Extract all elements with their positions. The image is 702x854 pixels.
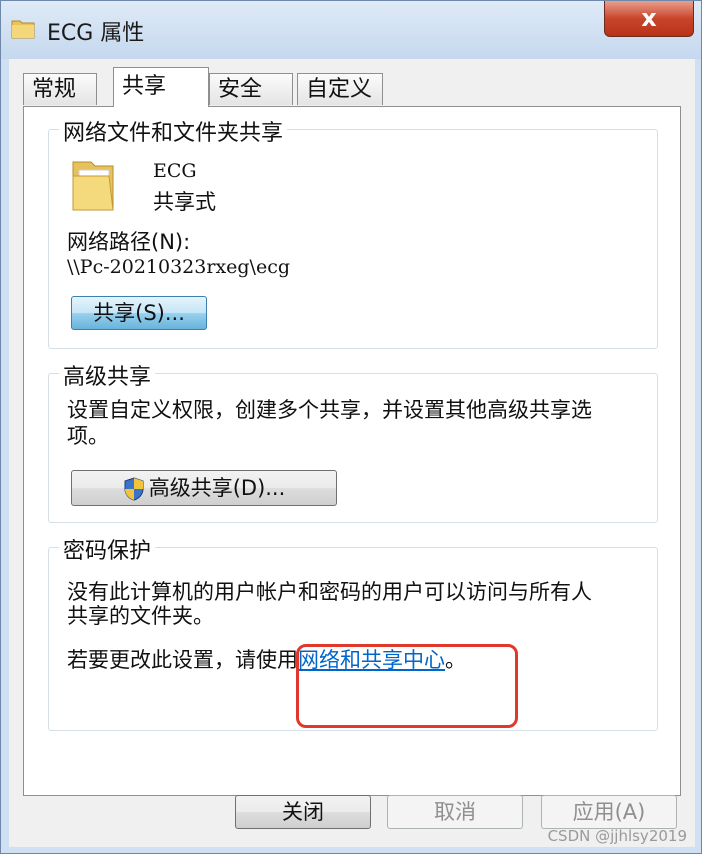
properties-window: ECG 属性 x 常规 共享 安全 自定义 网络文件和文件夹共享 ECG 共享式 [0,0,702,854]
network-path-label: 网络路径(N): [67,230,191,254]
share-button[interactable]: 共享(S)... [71,296,207,330]
advanced-sharing-title: 高级共享 [59,359,156,391]
tab-security[interactable]: 安全 [209,73,293,105]
tab-general[interactable]: 常规 [23,73,97,105]
advanced-sharing-button-label: 高级共享(D)... [148,476,286,500]
dialog-client: 常规 共享 安全 自定义 网络文件和文件夹共享 ECG 共享式 网络路径(N):… [9,59,695,847]
share-status: 共享式 [153,190,216,214]
folder-icon [72,161,114,211]
password-protection-title: 密码保护 [59,533,156,565]
apply-button[interactable]: 应用(A) [541,795,677,829]
change-setting-prefix: 若要更改此设置，请使用 [67,648,298,672]
cancel-button[interactable]: 取消 [387,795,523,829]
advanced-sharing-description-2: 项。 [67,424,109,448]
tab-customize[interactable]: 自定义 [297,73,383,105]
shield-icon [124,477,144,501]
password-protection-text-2: 共享的文件夹。 [67,604,214,628]
watermark: CSDN @jjhlsy2019 [547,827,687,845]
window-title: ECG 属性 [47,21,145,46]
folder-icon [11,20,35,39]
network-path-value: \\Pc-20210323rxeg\ecg [67,256,291,278]
advanced-sharing-group: 高级共享 设置自定义权限，创建多个共享，并设置其他高级共享选 项。 高级共享(D… [48,359,658,523]
advanced-sharing-description-1: 设置自定义权限，创建多个共享，并设置其他高级共享选 [67,398,592,422]
network-sharing-title: 网络文件和文件夹共享 [59,115,288,147]
folder-name: ECG [153,160,197,182]
close-icon: x [641,4,657,32]
close-button[interactable]: 关闭 [235,795,371,829]
advanced-sharing-button[interactable]: 高级共享(D)... [71,470,337,506]
title-bar: ECG 属性 x [1,1,701,59]
highlight-box [296,644,518,728]
close-window-button[interactable]: x [604,1,694,37]
network-sharing-group: 网络文件和文件夹共享 ECG 共享式 网络路径(N): \\Pc-2021032… [48,115,658,349]
tab-sharing[interactable]: 共享 [113,67,209,107]
